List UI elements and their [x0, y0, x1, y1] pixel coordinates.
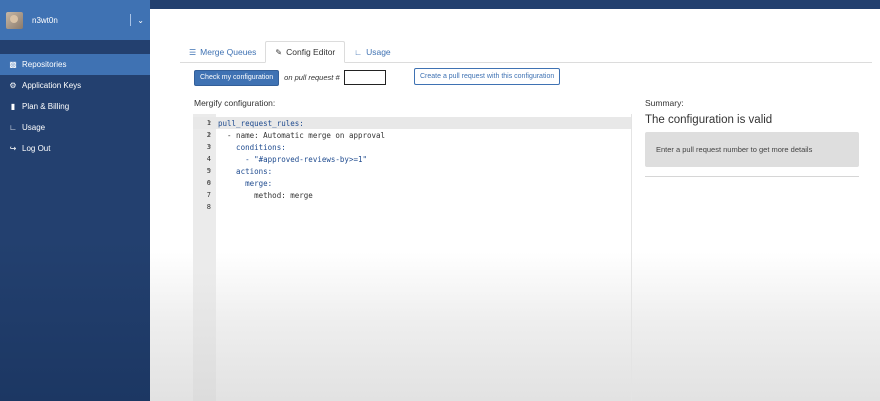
code-text: - name: Automatic merge on approval: [218, 130, 386, 140]
tab-usage[interactable]: ∟ Usage: [345, 41, 399, 63]
action-row: Check my configuration on pull request #: [194, 69, 386, 86]
code-line[interactable]: 3 ▼ conditions:: [193, 141, 286, 153]
top-bar: [150, 0, 880, 9]
logout-icon: ↪: [9, 144, 17, 153]
code-text: actions:: [218, 166, 273, 176]
username: n3wt0n: [32, 15, 58, 25]
create-pull-request-button[interactable]: Create a pull request with this configur…: [414, 68, 561, 85]
on-pull-request-label: on pull request #: [284, 73, 340, 82]
line-number: 2: [206, 131, 211, 139]
list-icon: ☰: [189, 47, 197, 57]
line-number: 5: [206, 167, 211, 175]
tab-merge-queues[interactable]: ☰ Merge Queues: [180, 41, 265, 63]
fold-arrow-icon[interactable]: ▼: [208, 120, 211, 126]
sidebar-item-repositories[interactable]: ▩ Repositories: [0, 54, 150, 75]
code-line[interactable]: 2 ▼ - name: Automatic merge on approval: [193, 129, 385, 141]
line-number: 7: [206, 191, 211, 199]
divider: [130, 14, 132, 26]
sidebar-item-application-keys[interactable]: ⚙ Application Keys: [0, 75, 150, 96]
tab-label: Merge Queues: [200, 47, 257, 57]
line-number: 1: [206, 119, 211, 127]
gear-icon: ⚙: [9, 81, 17, 90]
code-line[interactable]: 7 method: merge: [193, 189, 313, 201]
fold-arrow-icon[interactable]: ▼: [208, 180, 211, 186]
user-menu[interactable]: n3wt0n ⌄: [0, 0, 150, 40]
sidebar-item-label: Repositories: [22, 60, 67, 69]
code-text: pull_request_rules:: [218, 118, 304, 128]
config-label: Mergify configuration:: [194, 98, 276, 108]
summary-title: The configuration is valid: [645, 114, 773, 126]
file-icon: ▮: [10, 102, 16, 111]
code-editor[interactable]: 1 ▼ pull_request_rules: 2 ▼ - name: Auto…: [193, 114, 631, 401]
line-number: 3: [206, 143, 211, 151]
avatar: [6, 11, 23, 29]
summary-label: Summary:: [645, 98, 684, 108]
sidebar-item-plan-billing[interactable]: ▮ Plan & Billing: [0, 96, 150, 117]
pull-request-number-input[interactable]: [343, 70, 386, 85]
chart-icon: ∟: [9, 123, 17, 132]
sidebar-item-label: Log Out: [22, 144, 51, 153]
chevron-down-icon[interactable]: ⌄: [137, 16, 144, 25]
code-text: merge:: [218, 178, 273, 188]
summary-hint-box: Enter a pull request number to get more …: [645, 132, 859, 167]
summary-divider: [631, 114, 632, 401]
code-line[interactable]: 4 - "#approved-reviews-by>=1": [193, 153, 367, 165]
tab-config-editor[interactable]: ✎ Config Editor: [265, 41, 346, 63]
line-number: 4: [206, 155, 211, 163]
sidebar-item-label: Usage: [22, 123, 46, 132]
code-text: conditions:: [218, 142, 286, 152]
main-content: ☰ Merge Queues ✎ Config Editor ∟ Usage C…: [150, 9, 880, 401]
sidebar-item-log-out[interactable]: ↪ Log Out: [0, 138, 150, 159]
tab-bar: ☰ Merge Queues ✎ Config Editor ∟ Usage: [180, 41, 872, 63]
tab-label: Config Editor: [286, 47, 336, 57]
sidebar: n3wt0n ⌄ ▩ Repositories ⚙ Application Ke…: [0, 0, 150, 401]
tab-label: Usage: [366, 47, 391, 57]
fold-arrow-icon[interactable]: ▼: [208, 132, 211, 138]
sidebar-nav: ▩ Repositories ⚙ Application Keys ▮ Plan…: [0, 54, 150, 159]
fold-arrow-icon[interactable]: ▼: [208, 168, 211, 174]
code-text: method: merge: [218, 190, 313, 200]
summary-hint-text: Enter a pull request number to get more …: [656, 145, 813, 154]
line-number: 8: [206, 203, 211, 211]
sidebar-item-usage[interactable]: ∟ Usage: [0, 117, 150, 138]
code-line[interactable]: 5 ▼ actions:: [193, 165, 272, 177]
code-text: - "#approved-reviews-by>=1": [218, 154, 368, 164]
edit-icon: ✎: [275, 47, 283, 57]
summary-divider-line: [645, 176, 859, 177]
code-line[interactable]: 1 ▼ pull_request_rules:: [193, 117, 631, 129]
sidebar-item-label: Plan & Billing: [22, 102, 70, 111]
fold-arrow-icon[interactable]: ▼: [208, 144, 211, 150]
line-number: 6: [206, 179, 211, 187]
code-line[interactable]: 6 ▼ merge:: [193, 177, 272, 189]
check-configuration-button[interactable]: Check my configuration: [194, 69, 280, 86]
code-line[interactable]: 8: [193, 201, 218, 213]
chart-icon: ∟: [354, 47, 363, 57]
sidebar-item-label: Application Keys: [22, 81, 82, 90]
sitemap-icon: ▩: [9, 60, 17, 69]
